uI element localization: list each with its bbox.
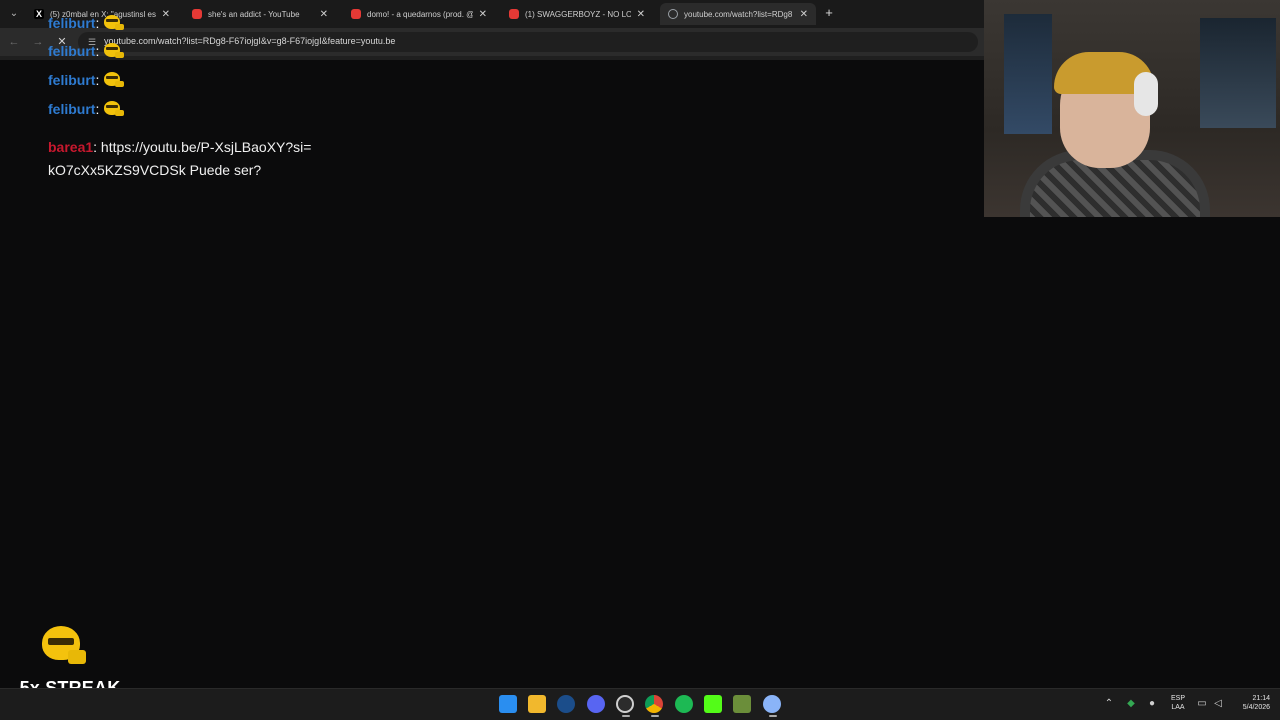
language-indicator[interactable]: ESP LAA bbox=[1168, 694, 1188, 712]
back-button[interactable]: ← bbox=[6, 34, 22, 50]
obs-icon[interactable] bbox=[616, 695, 634, 713]
tab-youtube-swaggerboyz[interactable]: (1) SWAGGERBOYZ - NO LOS H ✕ bbox=[501, 3, 653, 25]
network-icon[interactable]: ▭ bbox=[1196, 698, 1208, 710]
browser-window: ⌄ X (5) z0mbal en X: "agustinsl es el ✕ … bbox=[0, 0, 984, 60]
minecraft-icon[interactable] bbox=[733, 695, 751, 713]
file-explorer-icon[interactable] bbox=[528, 695, 546, 713]
youtube-icon bbox=[509, 9, 519, 19]
forward-button[interactable]: → bbox=[30, 34, 46, 50]
tab-label: youtube.com/watch?list=RDg8 bbox=[684, 9, 793, 19]
keyboard-layout: LAA bbox=[1171, 704, 1185, 711]
chat-message: feliburt: bbox=[48, 71, 125, 89]
microphone-icon[interactable]: ● bbox=[1146, 698, 1158, 710]
tab-youtube-addict[interactable]: she's an addict - YouTube ✕ bbox=[184, 3, 336, 25]
tab-label: domo! - a quedarnos (prod. @ bbox=[367, 9, 473, 19]
windows-start-icon[interactable] bbox=[499, 695, 517, 713]
tab-bar: ⌄ X (5) z0mbal en X: "agustinsl es el ✕ … bbox=[0, 0, 984, 28]
chat-message: feliburt: bbox=[48, 14, 125, 32]
chat-message: feliburt: bbox=[48, 100, 125, 118]
x-icon: X bbox=[34, 9, 44, 19]
tab-search-icon[interactable]: ⌄ bbox=[6, 6, 22, 22]
chat-message: feliburt: bbox=[48, 42, 125, 60]
sunglasses-emote-icon bbox=[42, 626, 88, 668]
language-code: ESP bbox=[1170, 695, 1185, 702]
tab-youtube-domo[interactable]: domo! - a quedarnos (prod. @ ✕ bbox=[343, 3, 495, 25]
close-icon[interactable]: ✕ bbox=[162, 9, 170, 20]
sunglasses-emote-icon bbox=[103, 42, 125, 60]
chat-message: barea1: https://youtu.be/P-XsjLBaoXY?si=… bbox=[48, 136, 318, 182]
running-indicator bbox=[769, 715, 777, 717]
chrome-icon[interactable] bbox=[645, 695, 663, 713]
kick-icon[interactable] bbox=[704, 695, 722, 713]
chat-username: feliburt bbox=[48, 43, 96, 59]
chevron-up-icon[interactable]: ⌃ bbox=[1103, 698, 1115, 710]
chat-separator: : bbox=[95, 15, 100, 31]
chat-separator: : bbox=[95, 72, 100, 88]
youtube-icon bbox=[192, 9, 202, 19]
close-icon[interactable]: ✕ bbox=[479, 9, 487, 20]
close-icon[interactable]: ✕ bbox=[800, 9, 808, 20]
chat-username: feliburt bbox=[48, 15, 96, 31]
chat-separator: : bbox=[95, 101, 100, 117]
globe-icon bbox=[668, 9, 678, 19]
clock-date: 5/4/2026 bbox=[1242, 704, 1270, 711]
close-icon[interactable]: ✕ bbox=[320, 9, 328, 20]
close-icon[interactable]: ✕ bbox=[637, 9, 645, 20]
youtube-icon bbox=[351, 9, 361, 19]
shield-icon[interactable]: ◆ bbox=[1125, 698, 1137, 710]
system-clock[interactable]: 21:14 5/4/2026 bbox=[1230, 694, 1270, 712]
url-text[interactable]: youtube.com/watch?list=RDg8-F67iojgI&v=g… bbox=[104, 36, 395, 46]
webcam-feed bbox=[984, 0, 1280, 217]
chat-username: barea1 bbox=[48, 139, 94, 155]
tab-label: she's an addict - YouTube bbox=[208, 9, 300, 19]
running-indicator bbox=[651, 715, 659, 717]
spotify-icon[interactable] bbox=[675, 695, 693, 713]
chat-separator: : bbox=[95, 43, 100, 59]
tab-label: (1) SWAGGERBOYZ - NO LOS H bbox=[525, 9, 631, 19]
new-tab-button[interactable]: + bbox=[822, 5, 836, 21]
chat-username: feliburt bbox=[48, 72, 96, 88]
clock-time: 21:14 bbox=[1252, 695, 1270, 702]
chat-username: feliburt bbox=[48, 101, 96, 117]
taskbar bbox=[0, 688, 1280, 720]
volume-icon[interactable]: ◁ bbox=[1212, 698, 1224, 710]
cursor-icon[interactable] bbox=[763, 695, 781, 713]
sunglasses-emote-icon bbox=[103, 14, 125, 32]
sunglasses-emote-icon bbox=[103, 100, 125, 118]
sunglasses-emote-icon bbox=[103, 71, 125, 89]
discord-icon[interactable] bbox=[587, 695, 605, 713]
steam-icon[interactable] bbox=[557, 695, 575, 713]
running-indicator bbox=[622, 715, 630, 717]
tab-youtube-active[interactable]: youtube.com/watch?list=RDg8 ✕ bbox=[660, 3, 816, 25]
